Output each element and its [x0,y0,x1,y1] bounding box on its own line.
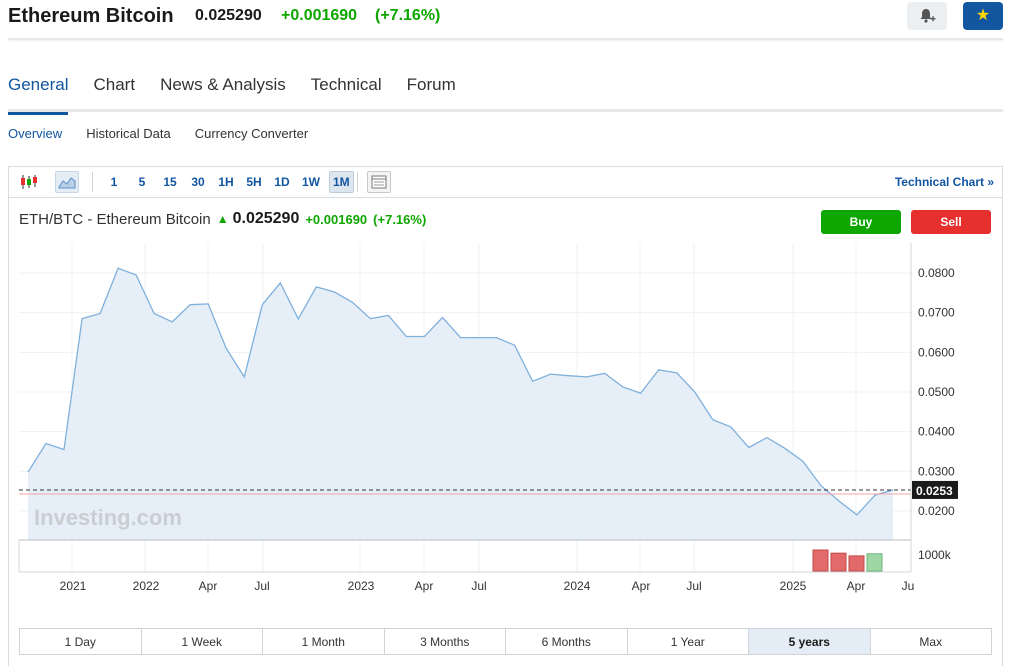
price-point [298,318,300,320]
range-1-year[interactable]: 1 Year [628,629,749,654]
current-value-label: 0.0253 [916,484,953,498]
price-chart[interactable]: Investing.com 0.0800 0.0700 0.0600 0.0500 0.0… [0,0,1011,620]
price-point [766,437,768,439]
y-tick-label: 0.0500 [918,385,955,399]
price-point [171,321,173,323]
price-point [658,369,660,371]
price-point [63,449,65,451]
x-tick-label: Ju [902,579,915,593]
price-point [262,304,264,306]
price-point [550,373,552,375]
price-point [153,313,155,315]
range-5-years[interactable]: 5 years [749,629,871,654]
price-point [730,426,732,428]
x-tick-label: 2023 [348,579,375,593]
price-point [820,485,822,487]
price-point [604,373,606,375]
y-tick-label: 0.0300 [918,464,955,478]
price-point [712,419,714,421]
x-tick-label: 2021 [60,579,87,593]
price-point [81,318,83,320]
x-tick-label: 2024 [564,579,591,593]
price-point [568,375,570,377]
y-tick-label: 0.0800 [918,266,955,280]
price-area-fill [28,268,893,540]
x-tick-label: Jul [686,579,701,593]
range-max[interactable]: Max [871,629,992,654]
x-tick-label: Jul [471,579,486,593]
y-tick-label: 0.0600 [918,345,955,359]
price-point [514,344,516,346]
price-point [622,386,624,388]
price-point [225,348,227,350]
volume-bar [830,552,847,572]
x-tick-label: Jul [254,579,269,593]
price-point [748,447,750,449]
price-point [334,291,336,293]
price-point [189,304,191,306]
price-point [117,267,119,269]
x-tick-label: 2025 [780,579,807,593]
price-point [532,381,534,383]
price-point [838,500,840,502]
range-1-month[interactable]: 1 Month [263,629,385,654]
price-point [784,448,786,450]
x-tick-label: Apr [632,579,651,593]
y-tick-label: 0.0400 [918,425,955,439]
price-point [676,372,678,374]
price-point [640,392,642,394]
price-point [802,461,804,463]
x-tick-label: Apr [199,579,218,593]
price-point [370,318,372,320]
x-tick-label: Apr [415,579,434,593]
price-point [478,337,480,339]
price-point [694,391,696,393]
price-point [892,489,894,491]
volume-bar [848,555,865,572]
range-selector: 1 Day 1 Week 1 Month 3 Months 6 Months 1… [19,628,992,655]
x-tick-label: Apr [847,579,866,593]
price-point [316,286,318,288]
price-point [45,443,47,445]
price-point [352,302,354,304]
price-point [856,514,858,516]
volume-axis-label: 1000k [918,548,952,562]
x-tick-label: 2022 [133,579,160,593]
range-1-day[interactable]: 1 Day [20,629,142,654]
range-6-months[interactable]: 6 Months [506,629,628,654]
price-point [424,336,426,338]
y-tick-label: 0.0200 [918,504,955,518]
volume-bar [866,553,883,572]
volume-bar [812,549,829,572]
price-point [460,337,462,339]
investing-watermark: Investing.com [34,505,182,530]
price-point [280,282,282,284]
price-point [496,337,498,339]
range-3-months[interactable]: 3 Months [385,629,506,654]
price-point [244,376,246,378]
price-point [406,336,408,338]
price-point [207,303,209,305]
price-point [388,315,390,317]
y-tick-label: 0.0700 [918,306,955,320]
price-point [874,494,876,496]
price-point [99,313,101,315]
price-point [135,274,137,276]
range-1-week[interactable]: 1 Week [142,629,263,654]
price-point [586,376,588,378]
price-point [442,317,444,319]
price-point [27,471,29,473]
